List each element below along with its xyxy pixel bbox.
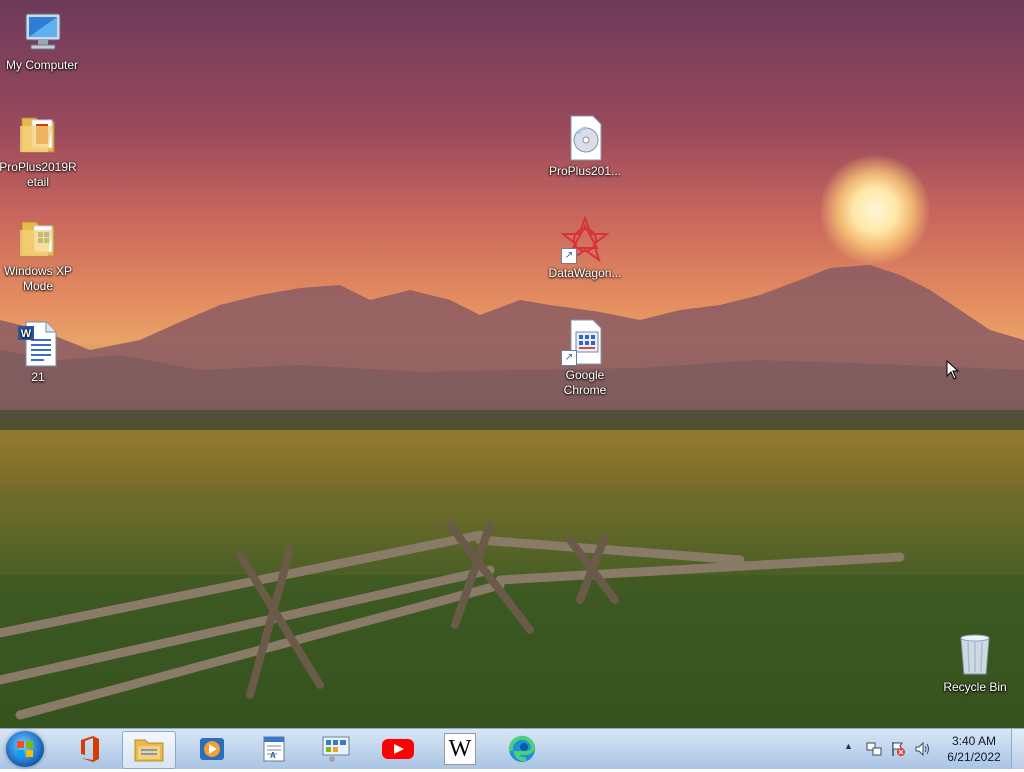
taskbar-file-explorer[interactable] xyxy=(122,731,176,769)
edge-icon xyxy=(508,735,536,762)
show-desktop-button[interactable] xyxy=(1011,729,1024,769)
desktop-icon-recycle-bin[interactable]: Recycle Bin xyxy=(933,630,1017,695)
taskbar-wordpad[interactable]: A xyxy=(248,731,300,767)
taskbar-wikipedia[interactable]: W xyxy=(434,731,486,767)
file-explorer-icon xyxy=(134,739,164,762)
taskbar-youtube[interactable] xyxy=(372,731,424,767)
desktop-icon-label: 21 xyxy=(31,370,45,384)
volume-icon[interactable] xyxy=(914,741,930,757)
desktop-icon-my-computer[interactable]: My Computer xyxy=(0,8,84,73)
chrome-shortcut-icon: ↗ xyxy=(561,318,609,366)
desktop-icon-proplus-iso[interactable]: ProPlus201... xyxy=(543,114,627,179)
shortcut-arrow-icon: ↗ xyxy=(561,248,577,264)
wallpaper-fence xyxy=(0,521,1024,728)
word-document-icon: W xyxy=(14,320,62,368)
desktop-icon-google-chrome[interactable]: ↗ Google Chrome xyxy=(543,318,627,398)
shortcut-arrow-icon: ↗ xyxy=(561,350,577,366)
wordpad-icon: A xyxy=(263,736,285,762)
svg-text:W: W xyxy=(21,328,32,340)
network-icon[interactable] xyxy=(866,741,882,757)
desktop-icon-datawagon[interactable]: ↗ DataWagon... xyxy=(543,215,627,281)
svg-text:A: A xyxy=(270,751,276,760)
taskbar-office[interactable] xyxy=(62,731,114,767)
taskbar-clock[interactable]: 3:40 AM 6/21/2022 xyxy=(940,733,1008,765)
system-tray: ▲ 3:40 AM 6/21/2022 xyxy=(840,729,1024,769)
clock-date: 6/21/2022 xyxy=(947,750,1001,764)
wikipedia-letter: W xyxy=(448,735,472,762)
computer-icon xyxy=(18,8,66,56)
desktop-icon-21[interactable]: W 21 xyxy=(0,320,80,385)
desktop-icon-label: DataWagon... xyxy=(548,266,622,280)
datawagon-icon: ↗ xyxy=(560,215,610,264)
desktop-icon-label: ProPlus2019R etail xyxy=(0,160,77,189)
desktop-icon-label: Google Chrome xyxy=(563,368,607,397)
clock-time: 3:40 AM xyxy=(951,734,997,748)
desktop-icon-windows-xp-mode[interactable]: Windows XP Mode xyxy=(0,214,80,294)
taskbar-edge[interactable] xyxy=(496,731,548,767)
desktop[interactable]: My Computer ProPlus2019R etail Windows X… xyxy=(0,0,1024,728)
wallpaper-mountains xyxy=(0,265,1024,420)
wallpaper-sun xyxy=(820,155,930,265)
desktop-icon-label: Recycle Bin xyxy=(943,680,1007,694)
desktop-icon-proplus2019retail[interactable]: ProPlus2019R etail xyxy=(0,110,80,190)
wallpaper-grassland xyxy=(0,430,1024,500)
action-center-flag-icon[interactable] xyxy=(890,741,906,757)
folder-icon xyxy=(14,110,62,158)
wikipedia-icon: W xyxy=(444,733,476,765)
disc-image-icon xyxy=(561,114,609,162)
control-panel-icon xyxy=(322,736,350,762)
folder-icon xyxy=(14,214,62,262)
recycle-bin-icon xyxy=(951,630,999,678)
show-hidden-icons-arrow-icon[interactable]: ▲ xyxy=(844,741,853,751)
start-button[interactable] xyxy=(6,731,44,767)
desktop-icon-label: My Computer xyxy=(5,58,79,72)
office-icon xyxy=(81,736,99,762)
taskbar: A W ▲ 3:40 AM 6/21/2022 xyxy=(0,728,1024,769)
mouse-cursor-icon xyxy=(946,360,960,380)
desktop-icon-label: Windows XP Mode xyxy=(3,264,73,293)
desktop-icon-label: ProPlus201... xyxy=(548,164,622,178)
windows-logo-icon xyxy=(17,741,33,757)
media-player-icon xyxy=(200,738,224,760)
youtube-icon xyxy=(382,739,414,759)
taskbar-media-player[interactable] xyxy=(186,731,238,767)
taskbar-control-panel[interactable] xyxy=(310,731,362,767)
